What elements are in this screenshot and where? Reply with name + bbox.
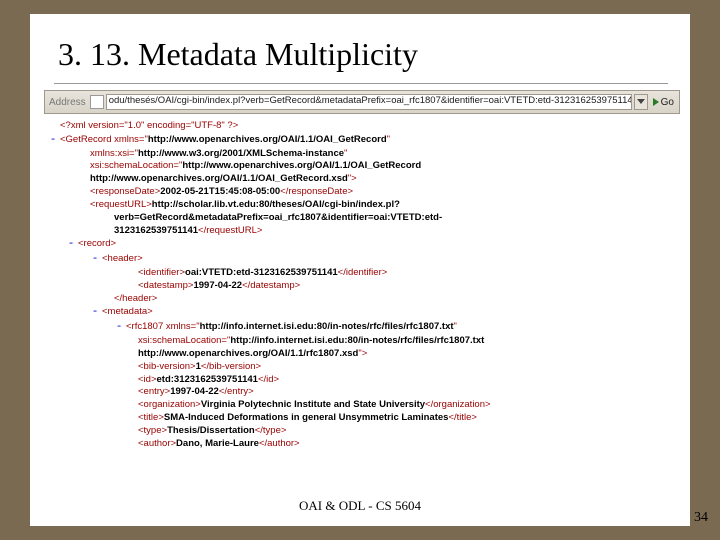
metadata-open: -<metadata> [48,305,676,320]
rfc-schema-loc-2: http://www.openarchives.org/OAI/1.1/rfc1… [48,348,676,361]
bib-version: <bib-version>1</bib-version> [48,361,676,374]
xml-source-view: <?xml version="1.0" encoding="UTF-8" ?> … [44,114,680,454]
xml-pi: <?xml version="1.0" encoding="UTF-8" ?> [48,120,676,133]
slide-frame: 3. 13. Metadata Multiplicity Address odu… [30,14,690,526]
rfc-type: <type>Thesis/Dissertation</type> [48,425,676,438]
identifier: <identifier>oai:VTETD:etd-31231625397511… [48,267,676,280]
getrecord-open: -<GetRecord xmlns="http://www.openarchiv… [48,133,676,148]
xmlns-xsi: xmlns:xsi="http://www.w3.org/2001/XMLSch… [48,148,676,161]
rfc-author: <author>Dano, Marie-Laure</author> [48,438,676,451]
title-divider [54,83,668,84]
rfc-title: <title>SMA-Induced Deformations in gener… [48,412,676,425]
slide-title: 3. 13. Metadata Multiplicity [30,14,690,83]
collapse-icon[interactable]: - [90,252,100,267]
go-label: Go [661,97,674,108]
header-close: </header> [48,293,676,306]
url-input[interactable]: odu/thesés/OAI/cgi-bin/index.pl?verb=Get… [106,94,632,110]
rfc-entry: <entry>1997-04-22</entry> [48,386,676,399]
address-bar: Address odu/thesés/OAI/cgi-bin/index.pl?… [44,90,680,114]
request-url-2: verb=GetRecord&metadataPrefix=oai_rfc180… [48,212,676,225]
collapse-icon[interactable]: - [66,237,76,252]
go-arrow-icon [653,98,659,106]
page-number: 34 [694,510,708,526]
response-date: <responseDate>2002-05-21T15:45:08-05:00<… [48,186,676,199]
rfc-schema-loc-1: xsi:schemaLocation="http://info.internet… [48,335,676,348]
address-label: Address [47,97,88,108]
datestamp: <datestamp>1997-04-22</datestamp> [48,280,676,293]
schema-loc-1: xsi:schemaLocation="http://www.openarchi… [48,160,676,173]
go-button[interactable]: Go [650,97,677,108]
rfc-organization: <organization>Virginia Polytechnic Insti… [48,399,676,412]
collapse-icon[interactable]: - [90,305,100,320]
request-url-1: <requestURL>http://scholar.lib.vt.edu:80… [48,199,676,212]
url-dropdown-icon[interactable] [634,94,648,110]
rfc-id: <id>etd:3123162539751141</id> [48,374,676,387]
collapse-icon[interactable]: - [114,320,124,335]
page-icon [90,95,104,109]
rfc1807-open: -<rfc1807 xmlns="http://info.internet.is… [48,320,676,335]
request-url-3: 3123162539751141</requestURL> [48,225,676,238]
header-open: -<header> [48,252,676,267]
collapse-icon[interactable]: - [48,133,58,148]
browser-screenshot: Address odu/thesés/OAI/cgi-bin/index.pl?… [44,90,680,454]
slide-footer: OAI & ODL - CS 5604 [30,498,690,514]
record-open: -<record> [48,237,676,252]
schema-loc-2: http://www.openarchives.org/OAI/1.1/OAI_… [48,173,676,186]
